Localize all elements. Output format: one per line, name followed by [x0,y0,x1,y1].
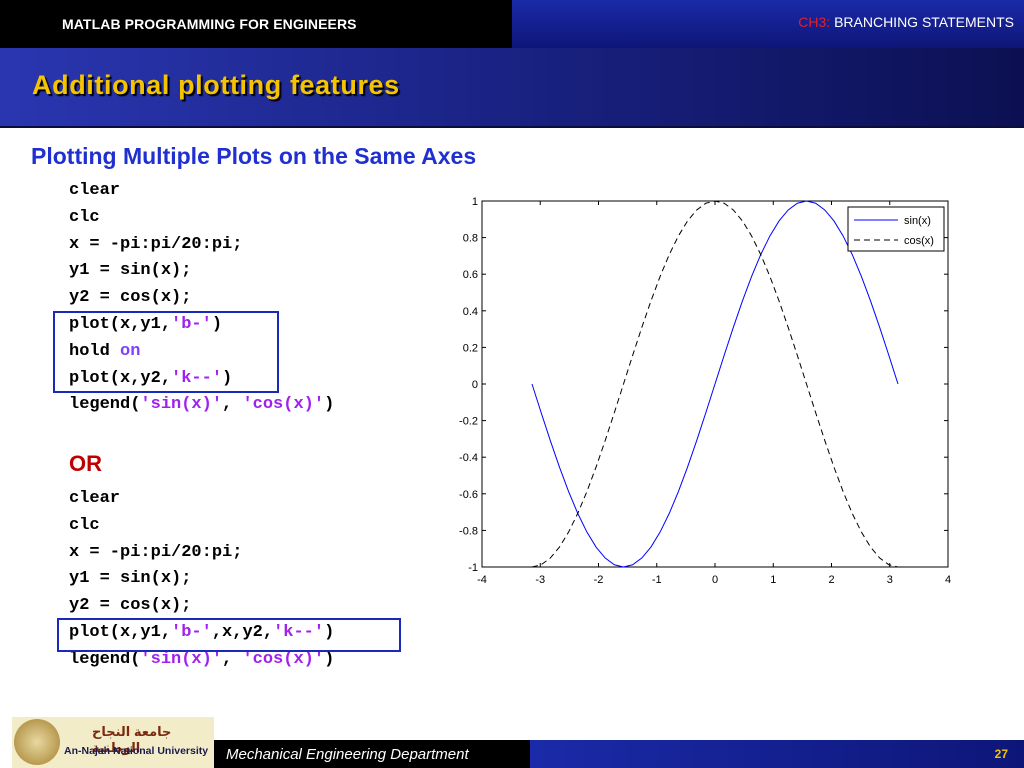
code-token: y2 = cos(x); [69,596,192,616]
code-line: legend('sin(x)', 'cos(x)') [69,392,334,419]
code-token: clc [69,207,100,227]
x-tick-label: 3 [887,574,893,586]
code-line: y1 = sin(x); [69,258,334,285]
x-tick-label: -3 [535,574,545,586]
code-token: , [222,395,243,415]
course-title: MATLAB PROGRAMMING FOR ENGINEERS [62,16,357,32]
code-token: x = -pi:pi/20:pi; [69,234,243,254]
chapter-label: CH3: BRANCHING STATEMENTS [798,14,1014,30]
chapter-number: CH3: [798,14,831,30]
code-line: x = -pi:pi/20:pi; [69,540,334,567]
header-bar: MATLAB PROGRAMMING FOR ENGINEERS CH3: BR… [0,0,1024,48]
y-tick-label: -0.2 [459,416,478,428]
code-token: y2 = cos(x); [69,288,192,308]
code-line: x = -pi:pi/20:pi; [69,232,334,259]
legend-label: cos(x) [904,235,934,247]
page-number: 27 [994,747,1008,761]
y-tick-label: 0.4 [463,306,478,318]
university-seal-icon [14,719,60,765]
slide-subtitle: Plotting Multiple Plots on the Same Axes [31,143,477,169]
highlight-frame-1 [53,311,279,393]
x-tick-label: 4 [945,574,951,586]
y-tick-label: -0.6 [459,489,478,501]
y-tick-label: -0.8 [459,525,478,537]
y-tick-label: 0.8 [463,233,478,245]
y-tick-label: -1 [468,562,478,574]
footer-page-box: 27 [530,740,1024,768]
x-tick-label: 1 [770,574,776,586]
slide-title: Additional plotting features [32,70,400,100]
y-tick-label: 0.2 [463,342,478,354]
university-logo: جامعة النجاح الوطنية An-Najah National U… [12,717,214,768]
code-token: y1 = sin(x); [69,261,192,281]
footer-department: Mechanical Engineering Department [226,746,469,763]
code-token: x = -pi:pi/20:pi; [69,542,243,562]
y-tick-label: 0.6 [463,269,478,281]
footer-department-box: Mechanical Engineering Department [214,740,530,768]
code-line: y2 = cos(x); [69,285,334,312]
x-tick-label: -1 [652,574,662,586]
code-token: 'cos(x)' [242,395,325,415]
code-token: clc [69,515,100,535]
or-label: OR [69,451,102,476]
university-name-english: An-Najah National University [64,745,209,757]
code-token: 'sin(x)' [140,649,223,669]
code-token: legend( [69,395,141,415]
sin-cos-plot: -4 -3 -2 -1 0 1 2 3 4 -1 -0.8 -0.6 -0.4 -0.2 0 0.2 0.4 0.… [459,196,951,586]
chapter-box: CH3: BRANCHING STATEMENTS [512,0,1024,48]
code-line: clear [69,486,334,513]
x-tick-label: -2 [594,574,604,586]
y-tick-label: -0.4 [459,452,478,464]
code-token: y1 = sin(x); [69,569,192,589]
y-tick-label: 1 [472,196,478,208]
highlight-frame-2 [57,618,401,652]
code-line: y1 = sin(x); [69,566,334,593]
code-line: clc [69,513,334,540]
x-tick-label: -4 [477,574,487,586]
x-tick-label: 2 [828,574,834,586]
title-band: Additional plotting features [0,48,1024,128]
code-token: ) [324,395,335,415]
code-token: legend( [69,649,141,669]
code-token: , [222,649,243,669]
code-line: y2 = cos(x); [69,593,334,620]
code-token: ) [324,649,335,669]
code-token: 'cos(x)' [242,649,325,669]
code-line: clear [69,178,334,205]
code-token: clear [69,489,121,508]
y-tick-label: 0 [472,379,478,391]
chapter-title: BRANCHING STATEMENTS [834,14,1014,30]
code-token: clear [69,181,121,200]
code-line: clc [69,205,334,232]
legend-label: sin(x) [904,215,931,227]
x-tick-label: 0 [712,574,718,586]
code-token: 'sin(x)' [140,395,223,415]
